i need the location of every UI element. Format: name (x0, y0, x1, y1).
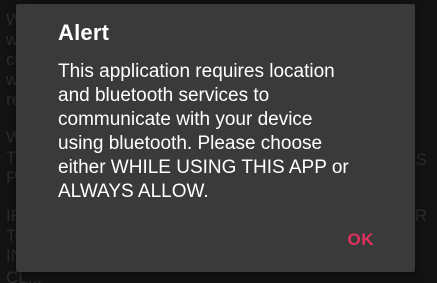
alert-dialog: Alert This application requires location… (16, 4, 415, 272)
dialog-message-line: using bluetooth. Please choose (58, 133, 323, 154)
ok-button[interactable]: OK (348, 230, 375, 250)
dialog-message: This application requires location and b… (58, 60, 400, 204)
dialog-title: Alert (58, 20, 110, 45)
dialog-message-line: communicate with your device (58, 109, 313, 130)
dialog-message-line: either WHILE USING THIS APP or (58, 157, 349, 178)
dialog-message-line: ALWAYS ALLOW. (58, 181, 209, 202)
app-screen: W w cl w re W TI PI IF To IN S R CL... A… (0, 0, 437, 283)
dialog-message-line: and bluetooth services to (58, 85, 270, 106)
dialog-message-line: This application requires location (58, 61, 335, 82)
